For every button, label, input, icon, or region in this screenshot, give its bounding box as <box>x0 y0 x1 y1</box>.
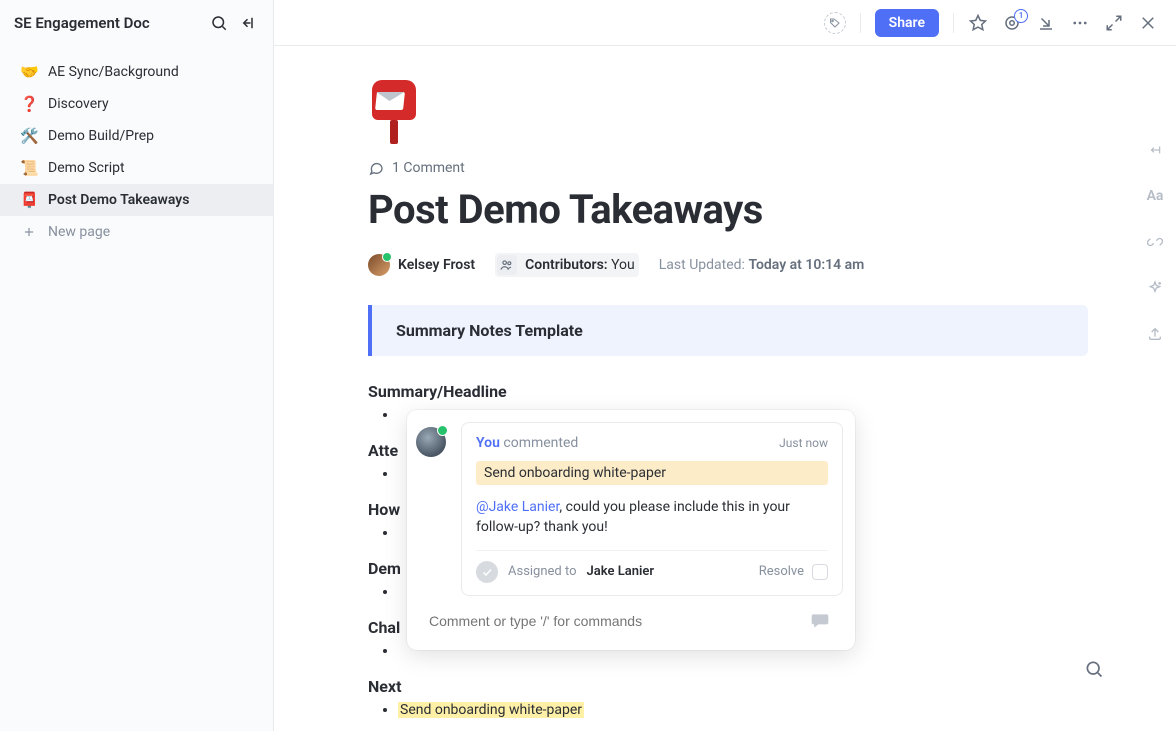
comment-author[interactable]: You <box>476 435 500 451</box>
resolve-checkbox[interactable] <box>812 564 828 580</box>
question-icon: ❓ <box>20 95 38 113</box>
sidebar-item-label: Demo Build/Prep <box>48 128 154 144</box>
expand-icon[interactable] <box>1104 13 1124 33</box>
text-style-icon[interactable]: Aa <box>1145 186 1165 206</box>
comment-input[interactable] <box>429 613 797 629</box>
owner-chip[interactable]: Kelsey Frost <box>368 254 475 276</box>
sidebar-item-demo-build[interactable]: 🛠️ Demo Build/Prep <box>0 120 273 152</box>
doc-workspace-title: SE Engagement Doc <box>14 14 209 32</box>
divider <box>860 13 861 33</box>
updated-value: Today at 10:14 am <box>748 257 864 273</box>
contributors-label: Contributors: <box>525 257 607 273</box>
sidebar-item-label: AE Sync/Background <box>48 64 179 80</box>
contributors-value: You <box>611 257 635 273</box>
plus-icon <box>20 223 38 241</box>
search-icon[interactable] <box>209 13 229 33</box>
resolve-label: Resolve <box>759 564 804 579</box>
sidebar-item-post-demo[interactable]: 📮 Post Demo Takeaways <box>0 184 273 216</box>
collapse-sidebar-icon[interactable] <box>239 13 259 33</box>
updated-label: Last Updated: <box>659 257 745 273</box>
comment-popup: You commented Just now Send onboarding w… <box>407 410 855 650</box>
star-icon[interactable] <box>968 13 988 33</box>
comment-count-label: 1 Comment <box>392 160 465 176</box>
notification-icon[interactable]: 1 <box>1002 13 1022 33</box>
comment-author-line: You commented <box>476 435 578 451</box>
comment-footer: Assigned to Jake Lanier Resolve <box>476 550 828 583</box>
bullet-list[interactable]: Send onboarding white-paper <box>368 702 1088 720</box>
avatar <box>368 254 390 276</box>
comment-time: Just now <box>779 436 828 450</box>
callout-block[interactable]: Summary Notes Template <box>368 305 1088 356</box>
page-title[interactable]: Post Demo Takeaways <box>368 186 1088 233</box>
close-icon[interactable] <box>1138 13 1158 33</box>
sidebar-item-label: Demo Script <box>48 160 125 176</box>
owner-name: Kelsey Frost <box>398 257 475 273</box>
more-icon[interactable] <box>1070 13 1090 33</box>
indent-icon[interactable] <box>1145 140 1165 160</box>
comment-body: @Jake Lanier, could you please include t… <box>476 497 828 538</box>
assigned-label: Assigned to <box>508 564 577 579</box>
comment-quote: Send onboarding white-paper <box>476 461 828 485</box>
section-heading[interactable]: Next <box>368 677 1088 696</box>
mention[interactable]: @Jake Lanier <box>476 499 559 515</box>
check-circle-icon[interactable] <box>476 561 498 583</box>
sidebar-nav: 🤝 AE Sync/Background ❓ Discovery 🛠️ Demo… <box>0 46 273 248</box>
topbar: Share 1 <box>274 0 1176 46</box>
link-icon[interactable] <box>1145 232 1165 252</box>
comment-action: commented <box>503 435 578 451</box>
share-button[interactable]: Share <box>875 9 939 37</box>
tag-icon[interactable] <box>824 12 846 34</box>
sidebar-item-discovery[interactable]: ❓ Discovery <box>0 88 273 120</box>
comment-header: You commented Just now <box>476 435 828 451</box>
comment-icon <box>368 160 384 176</box>
contributors-chip[interactable]: Contributors: You <box>495 253 639 277</box>
meta-row: Kelsey Frost Contributors: You Last Upda… <box>368 253 1088 277</box>
upload-icon[interactable] <box>1145 324 1165 344</box>
people-icon <box>497 255 517 275</box>
assigned-name: Jake Lanier <box>587 564 655 579</box>
avatar <box>416 427 446 457</box>
comment-card: You commented Just now Send onboarding w… <box>461 422 843 596</box>
sparkle-icon[interactable] <box>1145 278 1165 298</box>
new-page-label: New page <box>48 224 110 240</box>
list-item[interactable]: Send onboarding white-paper <box>398 702 1088 720</box>
postbox-icon: 📮 <box>20 191 38 209</box>
sidebar-item-demo-script[interactable]: 📜 Demo Script <box>0 152 273 184</box>
handshake-icon: 🤝 <box>20 63 38 81</box>
last-updated: Last Updated: Today at 10:14 am <box>659 257 865 273</box>
comment-input-row <box>419 596 843 638</box>
download-icon[interactable] <box>1036 13 1056 33</box>
notification-badge: 1 <box>1014 9 1028 23</box>
right-rail: Aa <box>1134 140 1176 344</box>
sidebar-item-label: Discovery <box>48 96 109 112</box>
sidebar: SE Engagement Doc 🤝 AE Sync/Background ❓… <box>0 0 274 731</box>
page-emoji-postbox[interactable] <box>368 80 424 146</box>
sidebar-header-actions <box>209 13 259 33</box>
highlighted-text[interactable]: Send onboarding white-paper <box>398 702 584 718</box>
scroll-icon: 📜 <box>20 159 38 177</box>
sidebar-item-label: Post Demo Takeaways <box>48 192 189 208</box>
sidebar-new-page[interactable]: New page <box>0 216 273 248</box>
find-in-page-icon[interactable] <box>1082 657 1106 681</box>
divider <box>953 13 954 33</box>
send-icon[interactable] <box>807 610 833 632</box>
section-heading[interactable]: Summary/Headline <box>368 382 1088 401</box>
resolve-control[interactable]: Resolve <box>759 564 828 580</box>
tools-icon: 🛠️ <box>20 127 38 145</box>
sidebar-header: SE Engagement Doc <box>0 0 273 46</box>
comment-count[interactable]: 1 Comment <box>368 160 1088 176</box>
sidebar-item-ae-sync[interactable]: 🤝 AE Sync/Background <box>0 56 273 88</box>
